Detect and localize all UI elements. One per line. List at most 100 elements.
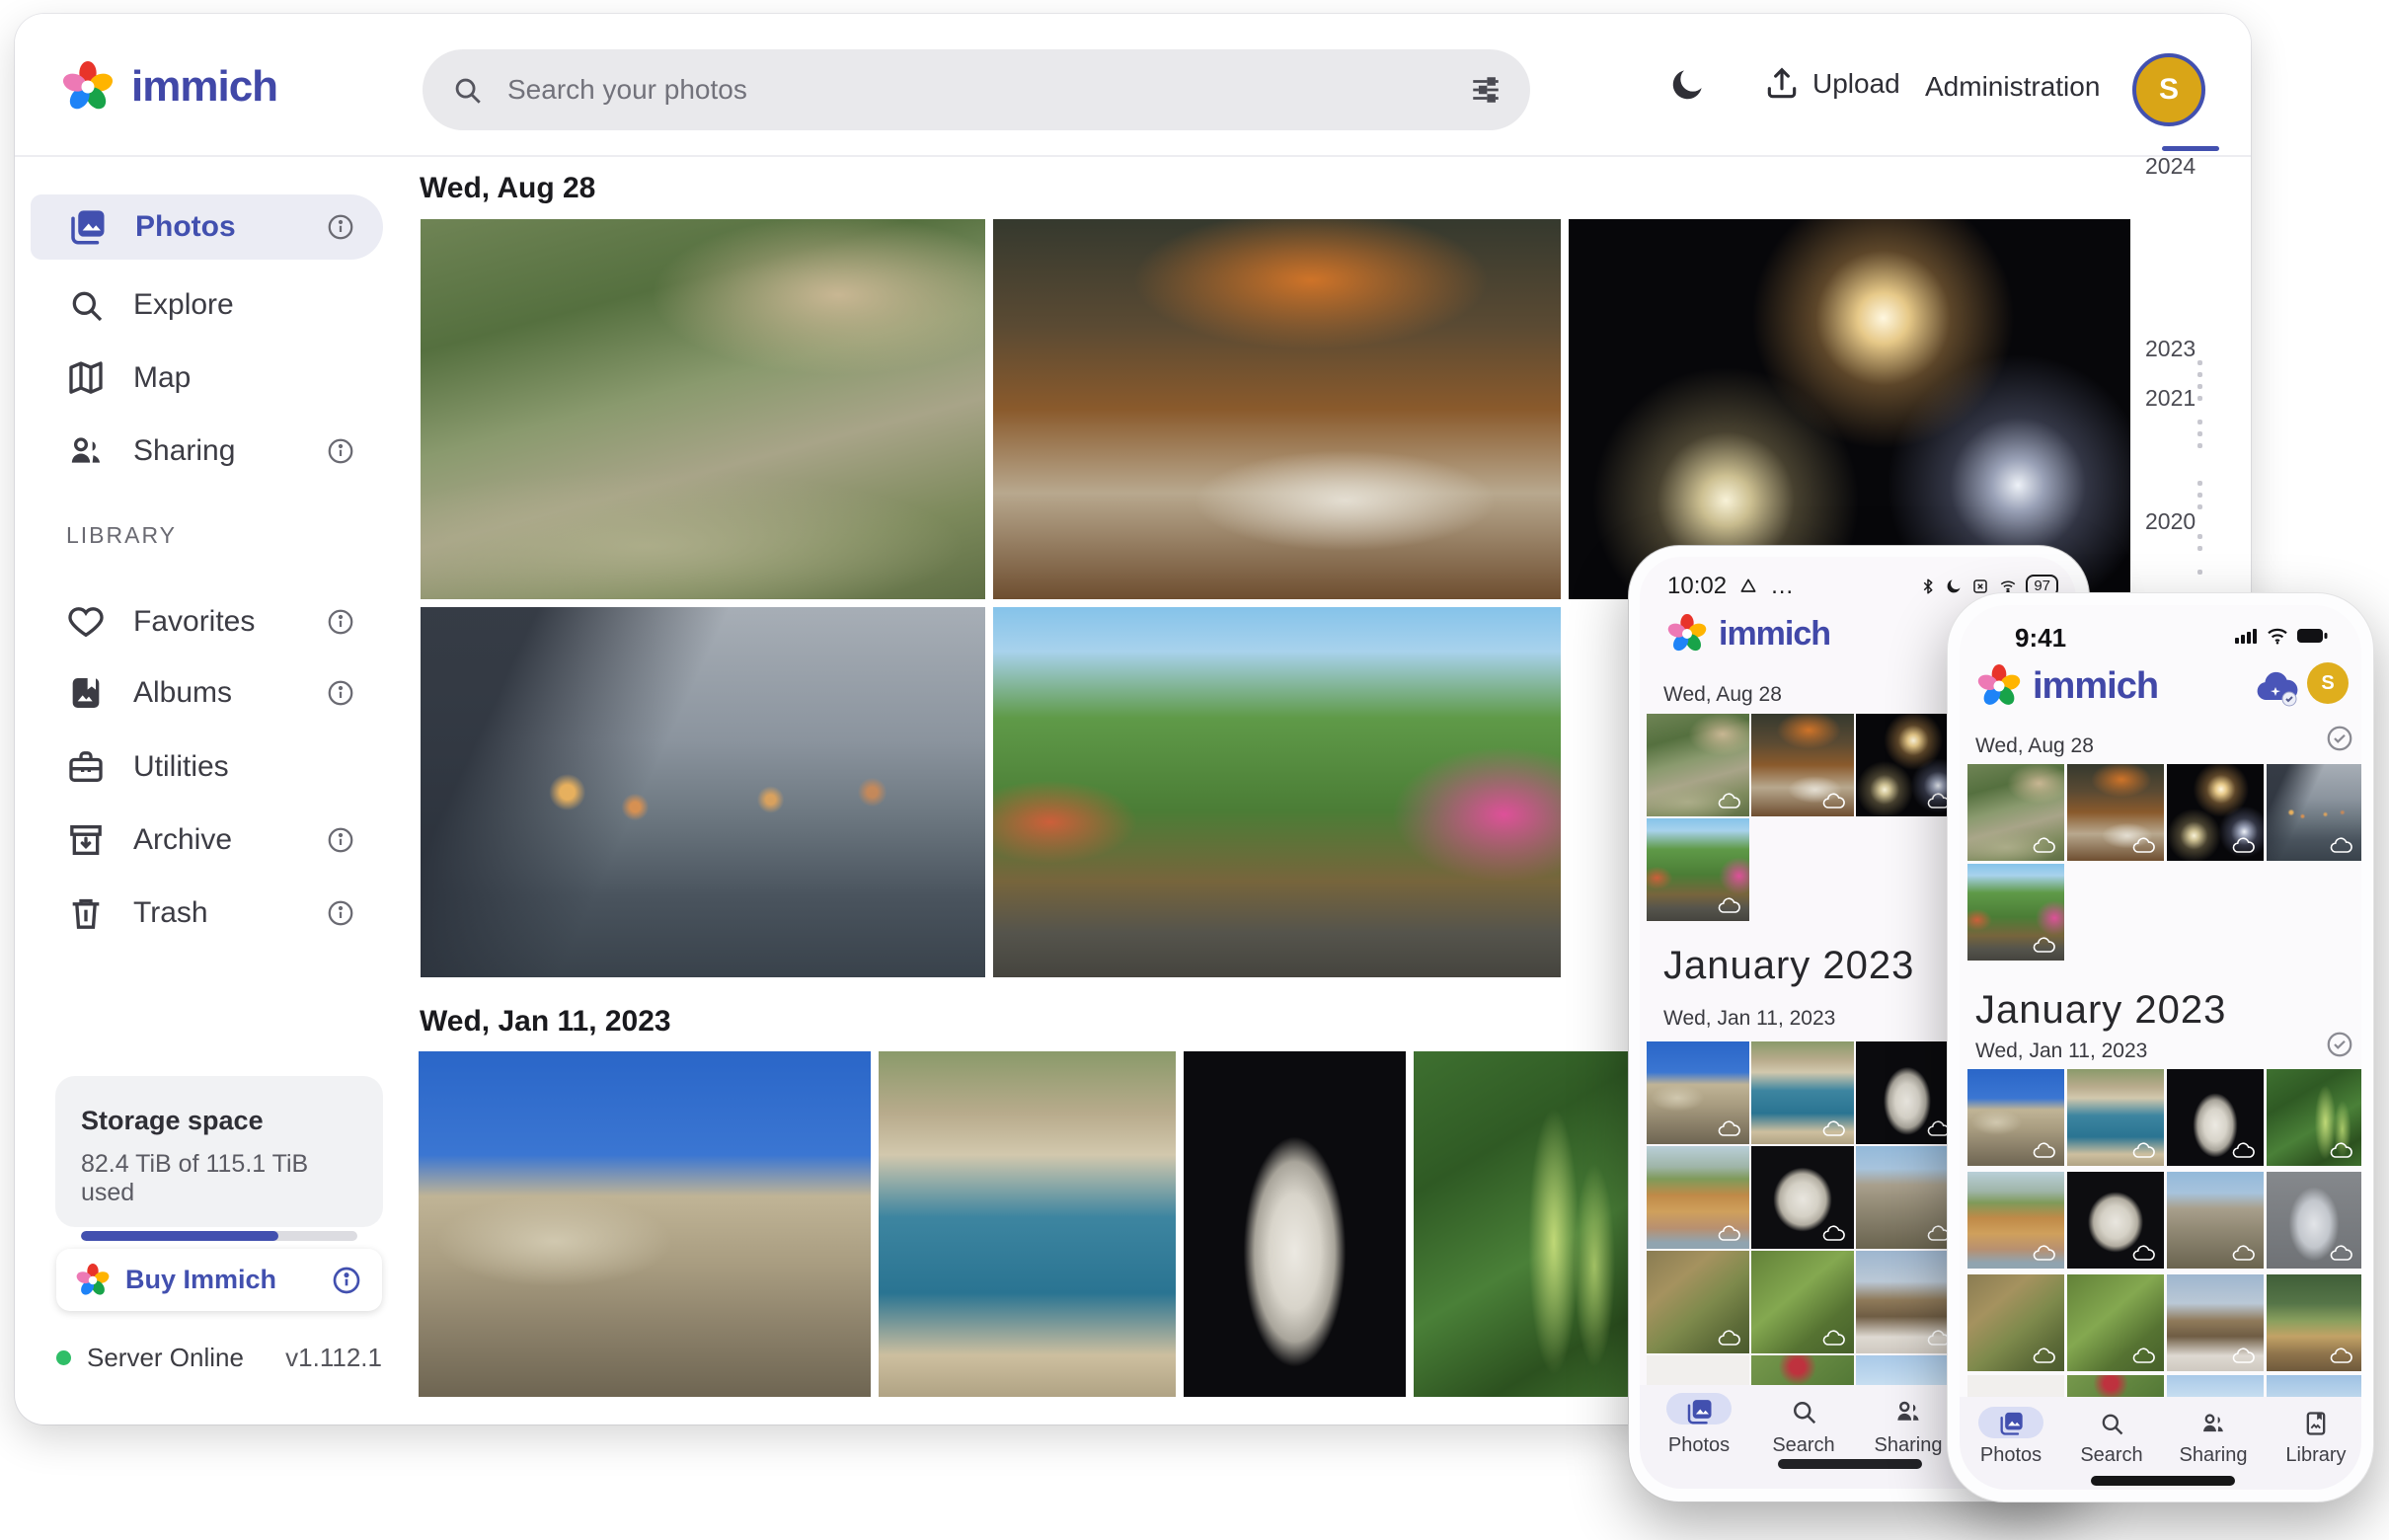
wifi-icon	[2267, 627, 2288, 645]
thumb-garden-path[interactable]	[1647, 818, 1749, 921]
thumb-lizard-moss[interactable]	[1751, 1251, 1854, 1353]
info-icon[interactable]	[326, 898, 355, 928]
thumb-monkeys-forest[interactable]	[1647, 714, 1749, 816]
upload-button[interactable]: Upload	[1763, 65, 1900, 103]
photo-marble-bust[interactable]	[1184, 1051, 1406, 1397]
status-bar-left: 10:02 …	[1667, 573, 1796, 600]
thumb-winter-church[interactable]	[1856, 1251, 1959, 1353]
user-avatar[interactable]: S	[2132, 53, 2205, 126]
scrubber-year[interactable]: 2023	[2145, 336, 2196, 362]
thumb-beach-cliff[interactable]	[1647, 1146, 1749, 1249]
thumb-fortress[interactable]	[1647, 1041, 1749, 1144]
thumb-partial[interactable]	[1967, 1375, 2064, 1397]
info-icon[interactable]	[326, 436, 355, 466]
app-logo[interactable]: immich	[62, 61, 278, 113]
thumb-partial-flowers[interactable]	[2067, 1375, 2164, 1397]
thumb-coastal-town[interactable]	[2067, 1069, 2164, 1166]
thumb-stone-sculpture[interactable]	[1751, 1146, 1854, 1249]
thumb-coastal-town[interactable]	[1751, 1041, 1854, 1144]
photo-fireworks[interactable]	[1569, 219, 2130, 599]
thumb-farm-houses[interactable]	[2267, 1274, 2361, 1371]
info-icon[interactable]	[326, 212, 355, 242]
thumb-fireworks[interactable]	[2167, 764, 2264, 861]
info-icon[interactable]	[326, 825, 355, 855]
thumb-winter-church[interactable]	[2167, 1274, 2264, 1371]
tab-sharing[interactable]: Sharing	[2168, 1410, 2259, 1467]
tab-photos[interactable]: Photos	[1965, 1410, 2056, 1467]
search-filters-icon[interactable]	[1469, 73, 1503, 107]
home-indicator	[1778, 1459, 1922, 1469]
photo-monkeys-forest[interactable]	[421, 219, 985, 599]
briefcase-icon	[66, 747, 106, 787]
thumb-partial[interactable]	[1647, 1355, 1749, 1385]
thumb-dinner-table[interactable]	[2067, 764, 2164, 861]
thumb-fireworks[interactable]	[1856, 714, 1959, 816]
search-input[interactable]: Search your photos	[423, 49, 1530, 130]
sidebar-item-albums[interactable]: Albums	[31, 660, 383, 726]
dark-mode-toggle[interactable]	[1667, 65, 1707, 105]
select-all-icon[interactable]	[2325, 1030, 2354, 1059]
sidebar-item-trash[interactable]: Trash	[31, 881, 383, 946]
tab-search[interactable]: Search	[2066, 1410, 2157, 1467]
thumb-partial-sky[interactable]	[1856, 1355, 1959, 1385]
thumb-stone-sculpture[interactable]	[2067, 1172, 2164, 1269]
thumb-silver-ornament[interactable]	[2267, 1172, 2361, 1269]
bottom-nav: Photos Search Sharing Library	[1960, 1397, 2361, 1490]
info-icon[interactable]	[331, 1265, 362, 1296]
scrubber-year[interactable]: 2024	[2145, 153, 2196, 180]
scrubber-position-bar[interactable]	[2162, 146, 2219, 151]
info-icon[interactable]	[326, 678, 355, 708]
photo-fortress-wall[interactable]	[419, 1051, 871, 1397]
tab-library[interactable]: Library	[2271, 1410, 2361, 1467]
select-all-icon[interactable]	[2325, 724, 2354, 753]
sidebar-item-archive[interactable]: Archive	[31, 808, 383, 873]
upload-label: Upload	[1812, 68, 1900, 99]
tab-photos[interactable]: Photos	[1654, 1397, 1744, 1457]
photo-seagrape-plant[interactable]	[1414, 1051, 1640, 1397]
tab-sharing[interactable]: Sharing	[1863, 1397, 1954, 1457]
thumb-castle-ruins[interactable]	[2167, 1172, 2264, 1269]
sidebar-item-photos[interactable]: Photos	[31, 194, 383, 260]
photo-holding-hands[interactable]	[421, 607, 985, 977]
scrubber-tick	[2197, 504, 2202, 509]
immich-flower-icon	[76, 1263, 110, 1297]
thumb-holding-hands[interactable]	[2267, 764, 2361, 861]
buy-immich-label: Buy Immich	[125, 1265, 277, 1294]
thumb-fortress[interactable]	[1967, 1069, 2064, 1166]
tab-label: Sharing	[2179, 1444, 2248, 1466]
thumb-partial-sky[interactable]	[2167, 1375, 2264, 1397]
administration-link[interactable]: Administration	[1925, 71, 2100, 103]
sidebar-item-favorites[interactable]: Favorites	[31, 589, 383, 654]
thumb-lizard-leaves[interactable]	[1967, 1274, 2064, 1371]
scrubber-tick	[2197, 431, 2202, 436]
thumb-castle-ruins[interactable]	[1856, 1146, 1959, 1249]
tab-label: Search	[2080, 1444, 2143, 1466]
thumb-monkeys-forest[interactable]	[1967, 764, 2064, 861]
photo-garden-path[interactable]	[993, 607, 1561, 977]
scrubber-year[interactable]: 2020	[2145, 508, 2196, 535]
user-avatar[interactable]: S	[2307, 662, 2349, 704]
thumb-partial-sky[interactable]	[2267, 1375, 2361, 1397]
photo-dinner-table[interactable]	[993, 219, 1561, 599]
photo-coastal-town[interactable]	[879, 1051, 1176, 1397]
thumb-partial-flowers[interactable]	[1751, 1355, 1854, 1385]
immich-flower-icon	[1667, 614, 1707, 652]
sidebar-item-sharing[interactable]: Sharing	[31, 419, 383, 484]
thumb-beach-cliff[interactable]	[1967, 1172, 2064, 1269]
thumb-dinner-table[interactable]	[1751, 714, 1854, 816]
sidebar-item-utilities[interactable]: Utilities	[31, 734, 383, 800]
info-icon[interactable]	[326, 607, 355, 637]
tab-search[interactable]: Search	[1758, 1397, 1849, 1457]
scrubber-year[interactable]: 2021	[2145, 385, 2196, 412]
thumb-marble-bust[interactable]	[2167, 1069, 2264, 1166]
sidebar-item-map[interactable]: Map	[31, 346, 383, 411]
thumb-seagrape-plant[interactable]	[2267, 1069, 2361, 1166]
thumb-lizard-leaves[interactable]	[1647, 1251, 1749, 1353]
thumb-lizard-moss[interactable]	[2067, 1274, 2164, 1371]
app-logo: immich	[1977, 664, 2159, 708]
sidebar-item-explore[interactable]: Explore	[31, 272, 383, 338]
thumb-marble-bust[interactable]	[1856, 1041, 1959, 1144]
thumb-garden-path[interactable]	[1967, 864, 2064, 961]
buy-immich-button[interactable]: Buy Immich	[56, 1249, 382, 1311]
cloud-sync-icon[interactable]	[2254, 670, 2301, 708]
